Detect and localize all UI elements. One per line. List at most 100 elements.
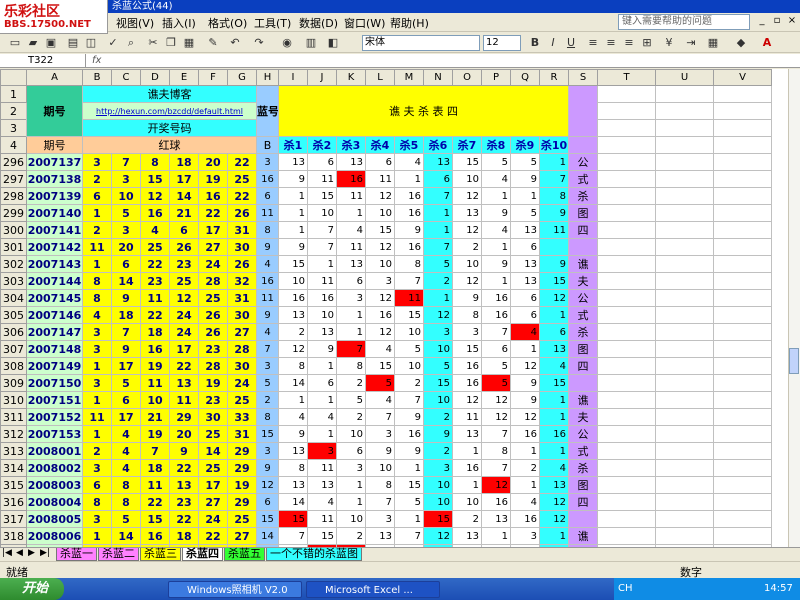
red-ball-cell[interactable]: 29: [169, 408, 199, 426]
cell[interactable]: [597, 289, 656, 307]
side-text-cell[interactable]: 谯: [568, 527, 598, 545]
cell[interactable]: [655, 510, 714, 528]
red-ball-cell[interactable]: 7: [111, 323, 141, 341]
period-cell[interactable]: 2007140: [26, 204, 83, 222]
new-icon[interactable]: ▭: [8, 36, 22, 50]
cell[interactable]: [597, 136, 656, 154]
red-ball-cell[interactable]: 9: [111, 289, 141, 307]
red-ball-cell[interactable]: 23: [169, 493, 199, 511]
kill-cell[interactable]: 2: [423, 272, 453, 290]
kill-cell[interactable]: 3: [423, 459, 453, 477]
red-ball-cell[interactable]: 8: [140, 153, 170, 171]
kill-cell[interactable]: 9: [510, 391, 540, 409]
kill-cell[interactable]: 13: [307, 323, 337, 341]
kill-cell[interactable]: 8: [365, 476, 395, 494]
cell[interactable]: [655, 323, 714, 341]
column-header[interactable]: F: [198, 69, 228, 86]
blue-ball-cell[interactable]: 6: [256, 187, 279, 205]
kill-cell[interactable]: 6: [539, 323, 569, 341]
period-cell[interactable]: 2007146: [26, 306, 83, 324]
cell[interactable]: [713, 204, 772, 222]
tab-next-icon[interactable]: ▶: [28, 548, 35, 558]
red-ball-cell[interactable]: 21: [140, 408, 170, 426]
cell[interactable]: [597, 170, 656, 188]
kill-cell[interactable]: 6: [423, 170, 453, 188]
kill-cell[interactable]: 8: [394, 255, 424, 273]
red-ball-cell[interactable]: 23: [198, 391, 228, 409]
kill-cell[interactable]: 4: [307, 493, 337, 511]
cell[interactable]: [655, 340, 714, 358]
kill-cell[interactable]: 13: [481, 510, 511, 528]
kill-cell[interactable]: 1: [307, 357, 337, 375]
row-header[interactable]: 300: [0, 221, 27, 239]
cell[interactable]: [597, 442, 656, 460]
red-ball-cell[interactable]: 18: [111, 306, 141, 324]
red-ball-cell[interactable]: 12: [140, 187, 170, 205]
kill-cell[interactable]: 5: [510, 153, 540, 171]
red-ball-cell[interactable]: 13: [169, 476, 199, 494]
kill-cell[interactable]: 1: [307, 255, 337, 273]
red-ball-cell[interactable]: 1: [82, 425, 112, 443]
kill-cell[interactable]: 16: [510, 425, 540, 443]
red-ball-cell[interactable]: 25: [227, 391, 257, 409]
kill-cell[interactable]: 3: [307, 442, 337, 460]
red-ball-cell[interactable]: 30: [198, 408, 228, 426]
scroll-thumb[interactable]: [789, 348, 799, 374]
column-header[interactable]: L: [365, 69, 395, 86]
cell[interactable]: [597, 221, 656, 239]
kill-cell[interactable]: 1: [423, 221, 453, 239]
kill-cell[interactable]: 9: [394, 442, 424, 460]
red-ball-cell[interactable]: 22: [169, 459, 199, 477]
hyperlink-icon[interactable]: ◉: [280, 36, 294, 50]
period-cell[interactable]: 2007139: [26, 187, 83, 205]
cell[interactable]: [713, 221, 772, 239]
red-ball-cell[interactable]: 6: [111, 255, 141, 273]
row-header[interactable]: 301: [0, 238, 27, 256]
red-ball-cell[interactable]: 11: [82, 408, 112, 426]
row-header[interactable]: 2: [0, 102, 27, 120]
kill-cell[interactable]: 10: [423, 391, 453, 409]
kill-cell[interactable]: 13: [452, 527, 482, 545]
red-ball-cell[interactable]: 9: [111, 340, 141, 358]
red-ball-cell[interactable]: 11: [140, 289, 170, 307]
row-header[interactable]: 299: [0, 204, 27, 222]
red-ball-cell[interactable]: 7: [111, 153, 141, 171]
kill-cell[interactable]: 8: [452, 306, 482, 324]
kill-cell[interactable]: 9: [278, 425, 308, 443]
column-header[interactable]: U: [655, 69, 714, 86]
cell[interactable]: [655, 408, 714, 426]
kill-cell[interactable]: 4: [510, 493, 540, 511]
kill-cell[interactable]: 4: [539, 459, 569, 477]
kill-cell[interactable]: 6: [336, 272, 366, 290]
red-ball-cell[interactable]: 5: [111, 204, 141, 222]
cell[interactable]: [597, 357, 656, 375]
red-ball-cell[interactable]: 14: [111, 272, 141, 290]
kill-cell[interactable]: 4: [336, 221, 366, 239]
period-cell[interactable]: 2007151: [26, 391, 83, 409]
row-header[interactable]: 4: [0, 136, 27, 154]
kill-cell[interactable]: 15: [365, 221, 395, 239]
italic-button[interactable]: I: [546, 36, 560, 50]
kill-cell[interactable]: 9: [539, 204, 569, 222]
red-ball-header[interactable]: 红球: [82, 136, 257, 154]
kill-cell[interactable]: 15: [452, 340, 482, 358]
kill-header[interactable]: 杀2: [307, 136, 337, 154]
period-cell[interactable]: 2008003: [26, 476, 83, 494]
open-icon[interactable]: ▰: [26, 36, 40, 50]
kill-cell[interactable]: 13: [452, 425, 482, 443]
red-ball-cell[interactable]: 22: [169, 510, 199, 528]
red-ball-cell[interactable]: 22: [140, 306, 170, 324]
kill-cell[interactable]: 11: [307, 272, 337, 290]
kill-cell[interactable]: 1: [481, 272, 511, 290]
align-left-icon[interactable]: ≡: [586, 36, 600, 50]
bold-button[interactable]: B: [528, 36, 542, 50]
cell[interactable]: [713, 442, 772, 460]
blue-ball-cell[interactable]: 3: [256, 357, 279, 375]
kill-cell[interactable]: 4: [365, 391, 395, 409]
red-ball-cell[interactable]: 17: [169, 340, 199, 358]
kill-cell[interactable]: 11: [365, 170, 395, 188]
kill-cell[interactable]: 13: [510, 255, 540, 273]
cell[interactable]: [713, 272, 772, 290]
kill-cell[interactable]: 9: [452, 289, 482, 307]
red-ball-cell[interactable]: 30: [227, 238, 257, 256]
